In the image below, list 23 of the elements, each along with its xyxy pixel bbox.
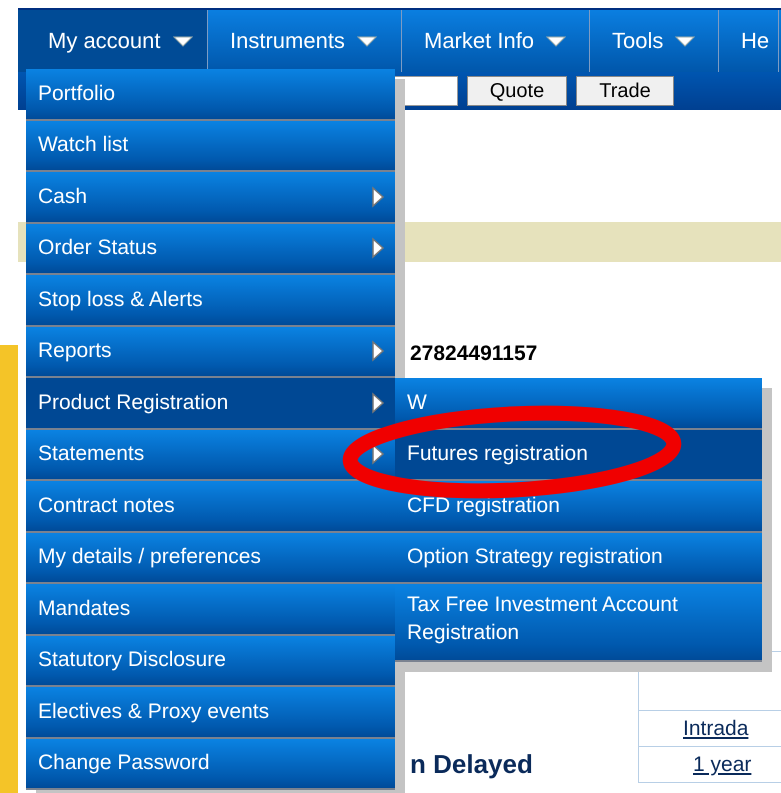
menu-item[interactable]: Electives & Proxy events <box>26 687 395 738</box>
quote-bar-button[interactable]: Quote <box>467 76 567 106</box>
section-heading: n Delayed <box>410 751 533 777</box>
chart-period-link[interactable]: Intrada <box>683 716 748 740</box>
menu-item[interactable]: Mandates <box>26 584 395 636</box>
menu-item[interactable]: Portfolio <box>26 69 395 120</box>
menu-item[interactable]: Order Status <box>26 224 395 275</box>
menu-item[interactable]: My details / preferences <box>26 532 395 584</box>
menu-item[interactable]: Product Registration <box>26 378 395 430</box>
menu-item[interactable]: Cash <box>26 172 395 224</box>
menu-item[interactable]: Statements <box>26 430 395 481</box>
menu-item[interactable]: Watch list <box>26 120 395 172</box>
menu-item[interactable]: Stop loss & Alerts <box>26 275 395 326</box>
submenu-item[interactable]: Tax Free Investment Account Registration <box>395 584 762 662</box>
submenu-item[interactable]: Option Strategy registration <box>395 532 762 584</box>
menu-item[interactable]: Change Password <box>26 738 395 790</box>
menu-item[interactable]: Statutory Disclosure <box>26 636 395 687</box>
account-number: 27824491157 <box>410 342 538 366</box>
menu-item[interactable]: Contract notes <box>26 481 395 532</box>
chart-period-link[interactable]: 1 year <box>693 752 752 776</box>
nav-menu-tab[interactable]: My account <box>18 10 208 72</box>
menu-item[interactable]: Reports <box>26 326 395 378</box>
quote-bar-button[interactable]: Trade <box>576 76 674 106</box>
